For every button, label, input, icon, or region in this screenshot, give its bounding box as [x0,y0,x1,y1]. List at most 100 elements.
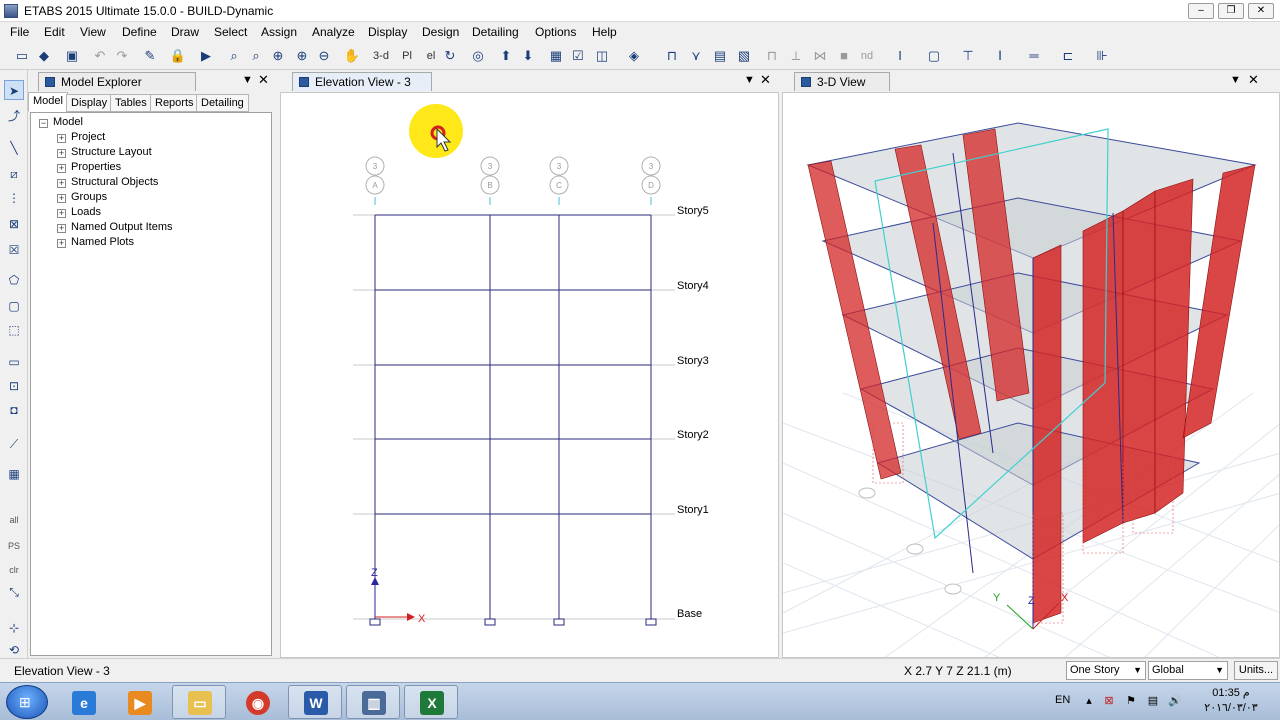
collapse-model-icon[interactable]: − [39,119,48,128]
tree-item-project[interactable]: Project [71,131,105,143]
grid-icon[interactable]: ▦ [4,464,24,484]
taskbar-media-player[interactable]: ▶ [112,685,166,719]
rotate-icon[interactable]: ↻ [440,46,460,66]
intersect-icon[interactable]: ⤡ [4,582,24,602]
run-analysis-icon[interactable]: ▶ [196,46,216,66]
plan-view-button[interactable]: Pl [394,46,420,66]
text-cursor-icon[interactable]: I [890,46,910,66]
clear-selection-button[interactable]: clr [4,560,24,580]
zoom-out-icon[interactable]: ⊖ [314,46,334,66]
reshape-icon[interactable]: ⤴ [4,106,24,126]
tray-flag-icon[interactable]: ⚑ [1124,694,1138,708]
beam-section-icon[interactable]: ⊤ [958,46,978,66]
draw-floor-icon[interactable]: ⬠ [4,270,24,290]
select-all-button[interactable]: all [4,510,24,530]
new-model-icon[interactable]: ▭ [12,46,32,66]
menu-detailing[interactable]: Detailing [472,25,519,39]
panel-menu-chevron-down-icon[interactable]: ▼ [1230,74,1241,86]
pan-icon[interactable]: ✋ [342,46,362,66]
taskbar-chrome[interactable]: ◉ [230,685,284,719]
explorer-tab-reports[interactable]: Reports [150,94,199,112]
expand-icon[interactable]: + [57,194,66,203]
column-section-icon[interactable]: Ⅰ [990,46,1010,66]
perspective-icon[interactable]: ◎ [468,46,488,66]
start-button[interactable]: ⊞ [6,685,48,719]
draw-brace-left-icon[interactable]: ⊠ [4,214,24,234]
panel-menu-chevron-down-icon[interactable]: ▼ [744,74,755,86]
expand-icon[interactable]: + [57,179,66,188]
panel-menu-chevron-down-icon[interactable]: ▼ [242,74,253,86]
save-icon[interactable]: ▣ [62,46,82,66]
tree-item-structural-objects[interactable]: Structural Objects [71,176,158,188]
tree-item-structure-layout[interactable]: Structure Layout [71,146,152,158]
tray-up-arrow-icon[interactable]: ▴ [1082,694,1096,708]
pointer-icon[interactable]: ➤ [4,80,24,100]
explorer-tab-display[interactable]: Display [66,94,113,112]
set-display-icon[interactable]: ◫ [592,46,612,66]
taskbar-etabs[interactable]: ▥ [346,685,400,719]
previous-selection-button[interactable]: PS [4,536,24,556]
draw-panel-icon[interactable]: ◘ [4,400,24,420]
expand-icon[interactable]: + [57,134,66,143]
menu-select[interactable]: Select [214,25,247,39]
elevation-view-tab[interactable]: Elevation View - 3 [292,72,432,91]
menu-options[interactable]: Options [535,25,576,39]
coordinate-system-selector[interactable]: Global ▼ [1148,661,1228,680]
draw-column-icon[interactable]: ⋮ [4,188,24,208]
menu-file[interactable]: File [10,25,29,39]
taskbar-internet-explorer[interactable]: e [56,685,110,719]
tree-item-groups[interactable]: Groups [71,191,107,203]
menu-draw[interactable]: Draw [171,25,199,39]
open-icon[interactable]: ◆ [34,46,54,66]
expand-icon[interactable]: + [57,239,66,248]
menu-define[interactable]: Define [122,25,157,39]
draw-slab-icon[interactable]: ▧ [734,46,754,66]
close-window-button[interactable]: ✕ [1248,3,1274,19]
close-explorer-icon[interactable]: ✕ [258,72,269,88]
menu-display[interactable]: Display [368,25,407,39]
dimension-icon[interactable]: ═ [1024,46,1044,66]
etabs-app-icon[interactable] [4,4,18,18]
move-up-icon[interactable]: ⬆ [496,46,516,66]
explorer-tab-detailing[interactable]: Detailing [196,94,249,112]
tree-item-named-output-items[interactable]: Named Output Items [71,221,173,233]
lock-icon[interactable]: 🔒 [168,46,188,66]
elevation-view-canvas[interactable]: 3 A 3 B 3 C 3 D Story5 Story4 Story3 Sto… [280,92,779,658]
menu-view[interactable]: View [80,25,106,39]
menu-assign[interactable]: Assign [261,25,297,39]
pencil-icon[interactable]: ✎ [140,46,160,66]
close-3d-view-icon[interactable]: ✕ [1248,72,1259,88]
snap-icon[interactable]: ⊹ [4,618,24,638]
draw-link-icon[interactable]: ⟋ [4,434,24,454]
taskbar-excel[interactable]: X [404,685,458,719]
draw-brace-icon[interactable]: ⋎ [686,46,706,66]
draw-diagonal-icon[interactable]: ⧄ [4,164,24,184]
draw-rect-icon[interactable]: ▢ [4,296,24,316]
check-icon[interactable]: ☑ [568,46,588,66]
expand-icon[interactable]: + [57,224,66,233]
tray-network-icon[interactable]: ▤ [1146,694,1160,708]
menu-analyze[interactable]: Analyze [312,25,355,39]
taskbar-explorer[interactable]: ▭ [172,685,226,719]
draw-area-icon[interactable]: ⬚ [4,320,24,340]
story-selector[interactable]: One Story ▼ [1066,661,1146,680]
zoom-in-step-icon[interactable]: ⊕ [292,46,312,66]
draw-wall-stack-icon[interactable]: ⊡ [4,376,24,396]
snap-ends-icon[interactable]: ⟲ [4,640,24,660]
undo-icon[interactable]: ↶ [90,46,110,66]
draw-x-icon[interactable]: ☒ [4,240,24,260]
draw-line-icon[interactable]: ╲ [4,138,24,158]
tree-item-loads[interactable]: Loads [71,206,101,218]
zoom-window-icon[interactable]: ⌕ [224,46,244,66]
redo-icon[interactable]: ↷ [112,46,132,66]
link-icon[interactable]: ⋈ [810,46,830,66]
object-display-icon[interactable]: ◈ [624,46,644,66]
tree-item-properties[interactable]: Properties [71,161,121,173]
tree-item-named-plots[interactable]: Named Plots [71,236,134,248]
minimize-button[interactable]: ‒ [1188,3,1214,19]
align-icon[interactable]: ⊪ [1092,46,1112,66]
expand-icon[interactable]: + [57,149,66,158]
3d-view-tab[interactable]: 3-D View [794,72,890,91]
zoom-in-icon[interactable]: ⊕ [268,46,288,66]
c-section-icon[interactable]: ⊏ [1058,46,1078,66]
